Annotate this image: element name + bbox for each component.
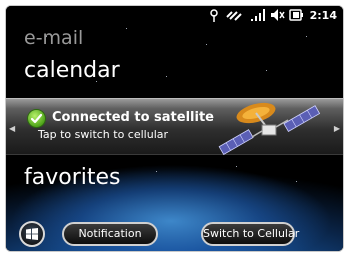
menu-item-email[interactable]: e-mail [24,26,83,50]
status-bar[interactable]: 2:14 [6,6,343,26]
clock: 2:14 [309,9,337,22]
satellite-illustration-icon [214,99,329,161]
menu-item-favorites[interactable]: favorites [24,164,121,192]
phone-screen-frame: 2:14 e-mail calendar ◀ Connected to sate… [5,5,344,252]
satellite-icon [226,9,242,24]
satellite-status-panel[interactable]: ◀ Connected to satellite Tap to switch t… [6,98,343,156]
battery-icon [289,9,303,24]
star [266,70,267,71]
checkmark-icon [28,110,45,127]
chevron-left-icon[interactable]: ◀ [9,125,15,133]
home-screen: 2:14 e-mail calendar ◀ Connected to sate… [6,6,343,251]
satellite-status-subtitle: Tap to switch to cellular [38,128,169,141]
notification-softkey[interactable]: Notification [62,222,158,246]
star [206,44,207,45]
star [236,166,237,167]
chevron-right-icon[interactable]: ▶ [334,125,340,133]
signal-bars-icon [251,9,265,24]
star [126,28,127,29]
switch-to-cellular-softkey[interactable]: Switch to Cellular [201,222,299,246]
antenna-icon [209,9,219,25]
star [166,76,167,77]
star [296,181,297,182]
star [306,36,307,37]
soft-key-bar: Notification Switch to Cellular [6,217,343,251]
windows-logo-icon [26,228,38,240]
satellite-status-title: Connected to satellite [52,110,214,125]
menu-item-calendar[interactable]: calendar [24,57,120,85]
star [156,171,157,172]
start-button[interactable] [19,221,45,247]
speaker-muted-icon [271,9,285,24]
